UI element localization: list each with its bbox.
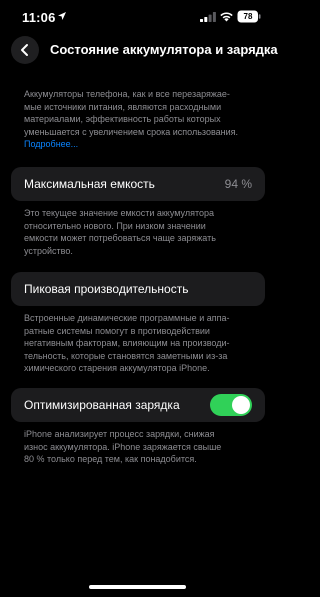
max-capacity-row: Максимальная емкость 94 % [11, 167, 265, 201]
description-line: химического старения аккумулятора iPhone… [24, 363, 210, 373]
page-title: Состояние аккумулятора и зарядка [50, 42, 278, 57]
location-arrow-icon [58, 12, 66, 20]
status-bar: 11:06 78 [0, 0, 275, 34]
learn-more-link[interactable]: Подробнее... [24, 138, 260, 151]
intro-line: Аккумуляторы телефона, как и все перезар… [24, 89, 230, 99]
description-line: устройство. [24, 245, 73, 256]
battery-health-screen: 11:06 78 Состояние аккумулятора и зарядк… [0, 0, 278, 597]
peak-performance-row: Пиковая производительность [11, 272, 265, 306]
intro-line: материалами, эффективность работы которы… [24, 114, 221, 124]
chevron-left-icon [21, 44, 28, 56]
intro-description: Аккумуляторы телефона, как и все перезар… [24, 88, 260, 151]
max-capacity-value: 94 % [224, 177, 252, 191]
peak-performance-label: Пиковая производительность [24, 282, 189, 296]
optimized-charging-label: Оптимизированная зарядка [24, 398, 180, 412]
description-line: ратные системы помогут в противодействии [24, 325, 210, 336]
battery-percentage: 78 [243, 12, 253, 21]
toggle-knob [232, 396, 250, 414]
wifi-icon [220, 12, 233, 22]
optimized-charging-toggle[interactable] [210, 394, 252, 416]
description-line: тельность, которые становятся заметными … [24, 350, 228, 361]
optimized-charging-row: Оптимизированная зарядка [11, 388, 265, 422]
intro-line: уменьшается с увеличением срока использо… [24, 126, 239, 137]
status-time: 11:06 [22, 10, 56, 25]
description-line: емкости может потребоваться чаще заряжат… [24, 233, 216, 243]
navigation-bar: Состояние аккумулятора и зарядка [0, 36, 278, 64]
back-button[interactable] [11, 36, 39, 64]
max-capacity-label: Максимальная емкость [24, 177, 155, 191]
intro-line: мые источники питания, являются расходны… [24, 101, 222, 112]
max-capacity-description: Это текущее значение емкости аккумулятор… [24, 207, 260, 257]
description-line: Это текущее значение емкости аккумулятор… [24, 208, 214, 218]
description-line: iPhone анализирует процесс зарядки, сниж… [24, 429, 215, 439]
peak-performance-description: Встроенные динамические программные и ап… [24, 312, 260, 375]
home-indicator[interactable] [89, 585, 186, 589]
description-line: негативным факторам, влияющим на произво… [24, 338, 230, 348]
description-line: Встроенные динамические программные и ап… [24, 313, 230, 323]
optimized-charging-description: iPhone анализирует процесс зарядки, сниж… [24, 428, 260, 466]
description-line: износ аккумулятора. iPhone заряжается св… [24, 441, 222, 452]
description-line: 80 % только перед тем, как понадобится. [24, 454, 197, 464]
description-line: относительно нового. При низком значении [24, 220, 206, 231]
cellular-signal-icon [200, 12, 216, 22]
